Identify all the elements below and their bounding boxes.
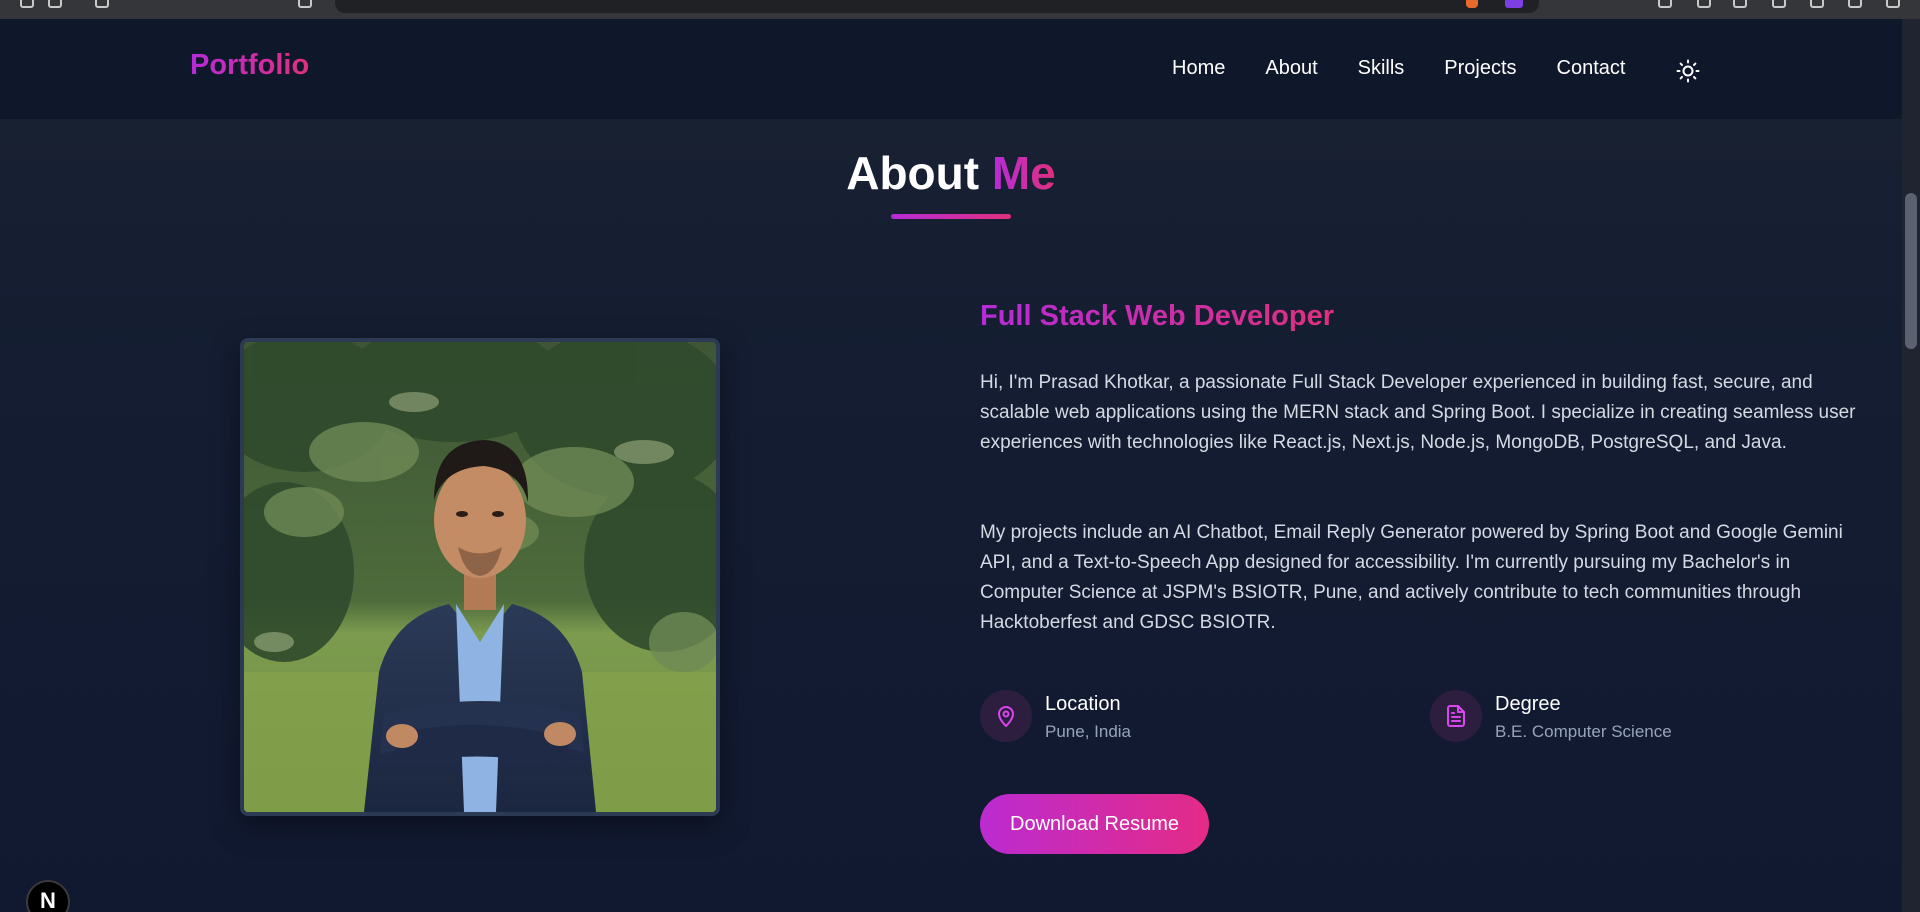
map-pin-icon	[998, 706, 1014, 727]
nav-link-about[interactable]: About	[1265, 57, 1317, 80]
back-icon[interactable]	[20, 0, 34, 8]
title-underline	[891, 214, 1011, 219]
bookmark-icon[interactable]	[298, 0, 312, 8]
download-resume-button[interactable]: Download Resume	[980, 794, 1209, 854]
nav-link-home[interactable]: Home	[1172, 57, 1225, 80]
location-label: Location	[1045, 693, 1121, 715]
wallet-icon[interactable]	[1848, 0, 1862, 8]
degree-label: Degree	[1495, 693, 1561, 715]
nav-link-projects[interactable]: Projects	[1444, 57, 1516, 80]
page-scrollbar[interactable]	[1902, 19, 1920, 912]
cut-icon[interactable]	[1697, 0, 1711, 8]
theme-toggle-button[interactable]	[1672, 55, 1704, 87]
nextjs-dev-badge[interactable]: N	[26, 880, 70, 912]
role-title: Full Stack Web Developer	[980, 300, 1335, 332]
document-icon	[1447, 705, 1465, 727]
bio-paragraph-2: My projects include an AI Chatbot, Email…	[980, 522, 1843, 633]
brand-logo[interactable]: Portfolio	[190, 49, 309, 82]
sidebar-icon[interactable]	[1772, 0, 1786, 8]
extensions-icon[interactable]	[1658, 0, 1672, 8]
scrollbar-thumb[interactable]	[1905, 193, 1917, 349]
nav-links: Home About Skills Projects Contact	[1172, 57, 1665, 80]
forward-icon[interactable]	[48, 0, 62, 8]
brave-shield-icon[interactable]	[1466, 0, 1478, 8]
site-navbar: Portfolio Home About Skills Projects Con…	[0, 19, 1902, 119]
screenshot-icon[interactable]	[1733, 0, 1747, 8]
info-degree: Degree B.E. Computer Science	[1430, 690, 1672, 742]
menu-icon[interactable]	[1886, 0, 1900, 8]
bio-paragraph-1: Hi, I'm Prasad Khotkar, a passionate Ful…	[980, 372, 1856, 453]
degree-value: B.E. Computer Science	[1495, 722, 1672, 741]
browser-toolbar	[0, 0, 1920, 19]
section-title: About Me	[0, 146, 1902, 200]
reload-icon[interactable]	[95, 0, 109, 8]
location-value: Pune, India	[1045, 722, 1132, 741]
location-icon-badge	[980, 690, 1032, 742]
section-title-accent: Me	[991, 147, 1056, 199]
vpn-icon[interactable]	[1810, 0, 1824, 8]
sun-icon	[1676, 59, 1700, 83]
nav-link-contact[interactable]: Contact	[1557, 57, 1626, 80]
profile-photo	[240, 338, 720, 816]
degree-icon-badge	[1430, 690, 1482, 742]
extension-icon[interactable]	[1505, 0, 1523, 8]
info-location: Location Pune, India	[980, 690, 1131, 742]
nav-link-skills[interactable]: Skills	[1358, 57, 1405, 80]
section-title-main: About	[846, 147, 980, 199]
address-bar[interactable]	[335, 0, 1539, 13]
